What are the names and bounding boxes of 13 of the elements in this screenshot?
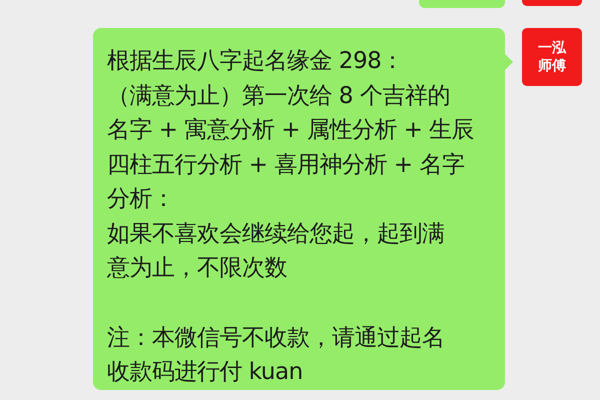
avatar: [522, 0, 582, 6]
message-text: 意为止，不限次数: [107, 254, 287, 283]
avatar-text: 一泓: [538, 39, 566, 57]
message-text: 分析：: [107, 185, 174, 214]
message-text: 收款码进行付 kuan: [107, 358, 303, 387]
message-text: 四柱五行分析 + 喜用神分析 + 名字: [107, 150, 464, 180]
message-text: 根据生辰八字起名缘金 298：: [107, 47, 404, 76]
message-text: 如果不喜欢会继续给您起，起到满: [107, 220, 444, 248]
avatar-text: 师傅: [538, 57, 566, 75]
avatar[interactable]: 一泓 师傅: [522, 28, 582, 86]
message-text: （满意为止）第一次给 8 个吉祥的: [107, 82, 450, 110]
message-text: 名字 + 寓意分析 + 属性分析 + 生辰: [107, 116, 474, 145]
message-text: 注：本微信号不收款，请通过起名: [107, 324, 444, 352]
